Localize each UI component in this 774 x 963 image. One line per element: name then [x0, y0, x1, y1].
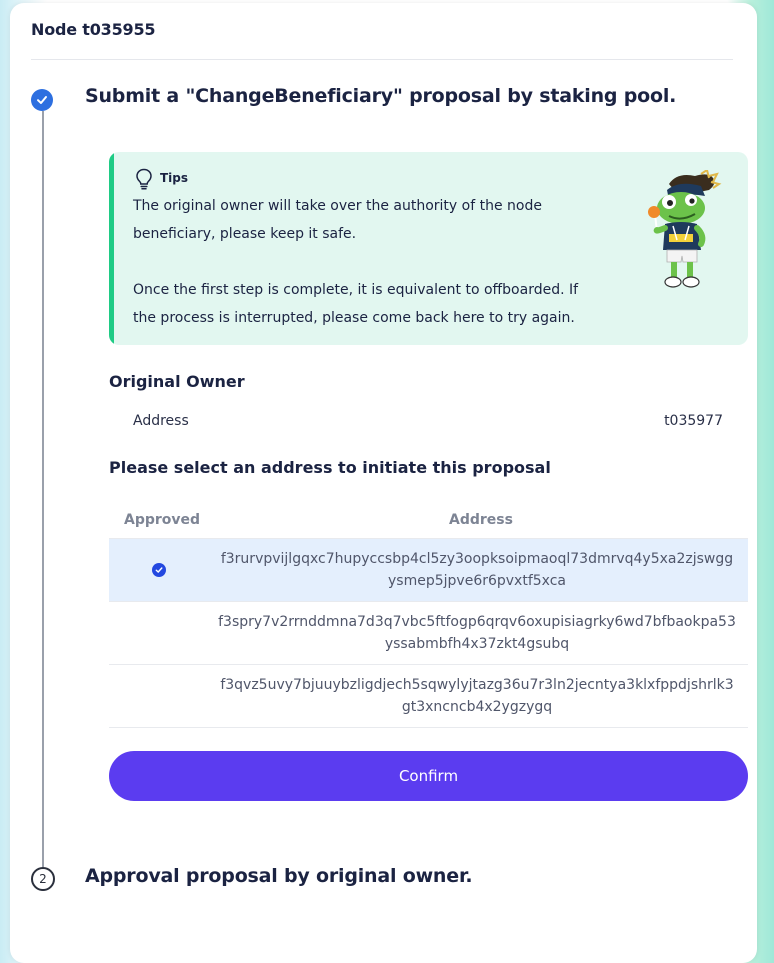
confirm-button[interactable]: Confirm [109, 751, 748, 801]
original-owner-address-label: Address [133, 413, 189, 429]
tips-box: Tips The original owner will take over t… [109, 152, 748, 345]
node-card: Node t035955 Submit a "ChangeBeneficiary… [10, 3, 757, 963]
step-connector-line [42, 111, 44, 867]
tips-text-2: Once the first step is complete, it is e… [133, 282, 579, 326]
original-owner-address-value: t035977 [664, 413, 723, 429]
node-title: Node t035955 [31, 20, 156, 39]
table-row[interactable]: f3spry7v2rrnddmna7d3q7vbc5ftfogp6qrqv6ox… [109, 602, 748, 665]
step-1-complete-icon [31, 89, 53, 111]
step-1-title: Submit a "ChangeBeneficiary" proposal by… [85, 85, 677, 107]
column-header-address: Address [449, 512, 513, 528]
original-owner-title: Original Owner [109, 372, 245, 391]
row-address: f3rurvpvijlgqxc7hupyccsbp4cl5zy3oopksoip… [220, 551, 734, 589]
tips-text-1: The original owner will take over the au… [133, 198, 542, 242]
header-divider [31, 59, 733, 60]
selected-check-icon[interactable] [152, 563, 166, 577]
row-address: f3qvz5uvy7bjuuybzligdjech5sqwylyjtazg36u… [220, 677, 734, 715]
tips-accent-bar [109, 152, 114, 345]
column-header-approved: Approved [124, 512, 201, 528]
row-address: f3spry7v2rrnddmna7d3q7vbc5ftfogp6qrqv6ox… [218, 614, 736, 652]
table-row[interactable]: f3qvz5uvy7bjuuybzligdjech5sqwylyjtazg36u… [109, 665, 748, 728]
tips-label: Tips [160, 171, 189, 185]
lightbulb-icon [135, 168, 153, 194]
step-2-title: Approval proposal by original owner. [85, 865, 473, 887]
table-row-selected[interactable]: f3rurvpvijlgqxc7hupyccsbp4cl5zy3oopksoip… [109, 539, 748, 602]
step-2-number: 2 [31, 867, 55, 891]
frog-mascot-icon [639, 168, 725, 298]
select-address-title: Please select an address to initiate thi… [109, 458, 551, 477]
